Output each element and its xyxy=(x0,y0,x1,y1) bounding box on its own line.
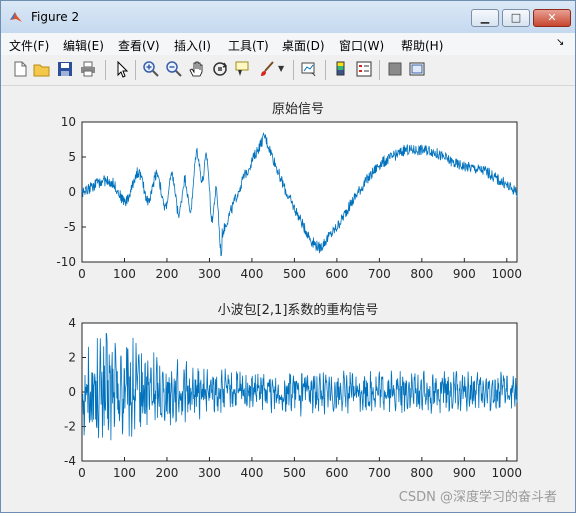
minimize-button[interactable]: ▁ xyxy=(471,9,499,27)
x-tick-label: 400 xyxy=(240,267,263,281)
close-button[interactable]: ✕ xyxy=(533,9,571,27)
minimize-icon: ▁ xyxy=(480,11,490,24)
x-tick-label: 300 xyxy=(198,267,221,281)
menu-insert[interactable]: 插入(I) xyxy=(174,37,211,54)
y-tick-label: 5 xyxy=(68,150,76,164)
menu-desktop[interactable]: 桌面(D) xyxy=(282,37,325,54)
matlab-logo-icon xyxy=(10,12,22,22)
menu-edit[interactable]: 编辑(E) xyxy=(63,37,104,54)
x-tick-label: 300 xyxy=(198,466,221,480)
x-tick-label: 1000 xyxy=(492,466,523,480)
x-tick-label: 0 xyxy=(78,267,86,281)
toolbar-separator xyxy=(135,60,136,80)
x-tick-label: 400 xyxy=(240,466,263,480)
chart-title-2: 小波包[2,1]系数的重构信号 xyxy=(218,302,379,318)
save-icon[interactable] xyxy=(56,60,74,78)
zoom-out-icon[interactable] xyxy=(165,60,183,78)
colorbar-icon[interactable] xyxy=(332,60,350,78)
pointer-icon[interactable] xyxy=(113,60,131,78)
x-tick-label: 500 xyxy=(283,267,306,281)
y-tick-label: 0 xyxy=(68,185,76,199)
x-tick-label: 700 xyxy=(368,466,391,480)
toolbar-separator xyxy=(325,60,326,80)
x-tick-label: 100 xyxy=(113,466,136,480)
x-tick-label: 100 xyxy=(113,267,136,281)
x-tick-label: 1000 xyxy=(492,267,523,281)
x-tick-label: 0 xyxy=(78,466,86,480)
y-tick-label: 4 xyxy=(68,316,76,330)
figure-toolbar: ▼ xyxy=(1,55,575,86)
watermark: CSDN @深度学习的奋斗者 xyxy=(399,489,557,505)
x-tick-label: 200 xyxy=(156,267,179,281)
new-figure-icon[interactable] xyxy=(11,60,29,78)
hide-plot-tools-icon[interactable] xyxy=(386,60,404,78)
x-tick-label: 800 xyxy=(410,267,433,281)
title-bar[interactable]: Figure 2 ▁ □ ✕ xyxy=(1,1,575,33)
rotate-3d-icon[interactable] xyxy=(211,60,229,78)
x-tick-label: 800 xyxy=(410,466,433,480)
y-tick-label: 2 xyxy=(68,351,76,365)
maximize-icon: □ xyxy=(510,11,522,24)
show-plot-tools-icon[interactable] xyxy=(408,60,426,78)
close-icon: ✕ xyxy=(547,11,557,24)
figure-plots: 原始信号 0 100 200 300 400 500 600 700 800 900 1000-10… xyxy=(56,102,557,505)
legend-icon[interactable] xyxy=(355,60,373,78)
y-tick-label: 10 xyxy=(61,115,76,129)
y-tick-label: 0 xyxy=(68,385,76,399)
menu-expand-icon[interactable]: ↘ xyxy=(556,37,564,48)
menu-file[interactable]: 文件(F) xyxy=(9,37,49,54)
brush-icon[interactable] xyxy=(258,60,276,78)
figure-canvas: 原始信号 0 100 200 300 400 500 600 700 800 900 1000 -10… xyxy=(9,87,569,512)
figure-window: Figure 2 ▁ □ ✕ 文件(F) 编辑(E) 查看(V) 插入(I) 工… xyxy=(0,0,576,513)
y-tick-label: -4 xyxy=(64,454,76,468)
pan-hand-icon[interactable] xyxy=(188,60,206,78)
data-cursor-icon[interactable] xyxy=(234,60,252,78)
x-tick-label: 600 xyxy=(325,466,348,480)
x-tick-label: 600 xyxy=(325,267,348,281)
y-tick-label: -2 xyxy=(64,420,76,434)
print-icon[interactable] xyxy=(79,60,97,78)
x-tick-label: 700 xyxy=(368,267,391,281)
menu-view[interactable]: 查看(V) xyxy=(118,37,160,54)
zoom-in-icon[interactable] xyxy=(142,60,160,78)
window-title: Figure 2 xyxy=(31,10,80,24)
toolbar-separator xyxy=(105,60,106,80)
toolbar-separator xyxy=(293,60,294,80)
chart-title-1: 原始信号 xyxy=(272,102,324,117)
axes-1[interactable] xyxy=(81,121,518,263)
menu-bar: 文件(F) 编辑(E) 查看(V) 插入(I) 工具(T) 桌面(D) 窗口(W… xyxy=(1,33,575,55)
x-tick-label: 500 xyxy=(283,466,306,480)
x-tick-label: 900 xyxy=(453,267,476,281)
menu-window[interactable]: 窗口(W) xyxy=(339,37,384,54)
maximize-button[interactable]: □ xyxy=(502,9,530,27)
x-tick-label: 900 xyxy=(453,466,476,480)
menu-tools[interactable]: 工具(T) xyxy=(228,37,269,54)
menu-help[interactable]: 帮助(H) xyxy=(401,37,443,54)
y-tick-label: -5 xyxy=(64,220,76,234)
x-tick-label: 200 xyxy=(156,466,179,480)
brush-dropdown-icon[interactable]: ▼ xyxy=(278,60,286,78)
y-tick-label: -10 xyxy=(56,255,76,269)
open-file-icon[interactable] xyxy=(33,60,51,78)
link-plot-icon[interactable] xyxy=(300,60,318,78)
toolbar-separator xyxy=(379,60,380,80)
